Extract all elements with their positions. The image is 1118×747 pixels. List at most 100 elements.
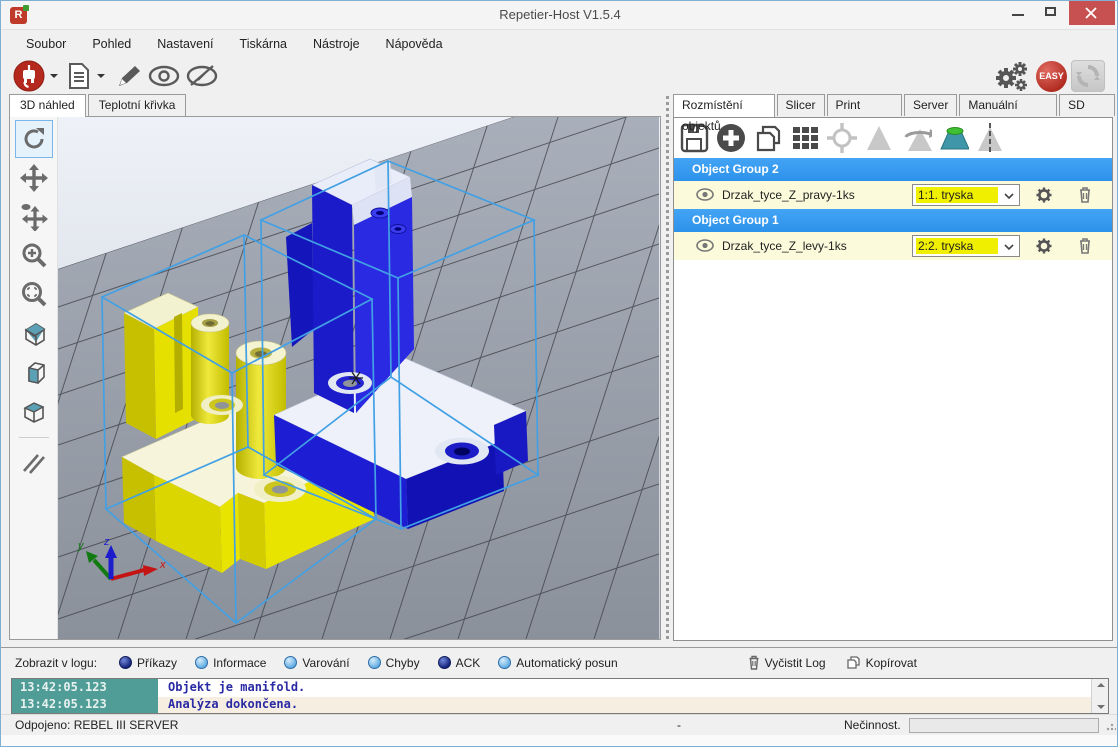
zoom-fit-icon <box>20 281 48 309</box>
top-view-icon <box>20 398 48 426</box>
log-message: Objekt je manifold. <box>168 680 305 694</box>
delete-trash-icon[interactable] <box>1078 186 1092 203</box>
tool-zoom-fit[interactable] <box>15 276 53 314</box>
object-row: Drzak_tyce_Z_pravy-1ks 1:1. tryska <box>674 181 1112 209</box>
3d-canvas[interactable]: x y z <box>58 117 660 639</box>
filter-varovani[interactable]: Varování <box>284 656 349 670</box>
extruder-select[interactable]: 1:1. tryska <box>912 184 1020 206</box>
tab-manualni-ovladani[interactable]: Manuální ovládání <box>959 94 1057 116</box>
close-icon <box>1085 7 1097 19</box>
tab-3d-nahled[interactable]: 3D náhled <box>9 94 86 117</box>
object-settings-gear-icon[interactable] <box>1036 238 1052 254</box>
log-timestamp: 13:42:05.123 <box>20 697 150 711</box>
extruder-value: 1:1. tryska <box>916 187 998 203</box>
tool-rotate-view[interactable] <box>15 120 53 158</box>
filter-ack[interactable]: ACK <box>438 656 481 670</box>
scale-icon <box>865 123 893 153</box>
main-toolbar: EASY <box>1 58 1118 94</box>
rotate-object-button[interactable] <box>900 122 932 154</box>
log-timestamp: 13:42:05.123 <box>20 680 150 694</box>
filter-prikazy[interactable]: Příkazy <box>119 656 177 670</box>
copy-log-button[interactable]: Kopírovat <box>846 655 917 670</box>
easy-mode-button[interactable]: EASY <box>1036 61 1067 92</box>
tool-zoom-in[interactable] <box>15 237 53 275</box>
center-object-button[interactable] <box>826 122 858 154</box>
object-settings-gear-icon[interactable] <box>1036 187 1052 203</box>
minimize-icon <box>1012 14 1024 16</box>
clear-log-button[interactable]: Vyčistit Log <box>748 655 826 670</box>
cut-object-button[interactable] <box>974 122 1006 154</box>
load-button[interactable] <box>64 59 94 93</box>
window-frame-bottom <box>1 735 1118 747</box>
scale-object-button[interactable] <box>863 122 895 154</box>
log-entry-time: 13:42:05.123 <box>12 697 1092 714</box>
copy-object-button[interactable] <box>752 122 784 154</box>
tool-move-view[interactable] <box>15 159 53 197</box>
view-tabs: 3D náhled Teplotní křivka <box>9 94 188 117</box>
emergency-stop-button[interactable] <box>1071 60 1105 92</box>
tab-rozmisteni-objektu[interactable]: Rozmístění objektů <box>673 94 775 117</box>
object-group-header[interactable]: Object Group 2 <box>674 158 1112 181</box>
tool-move-object[interactable] <box>15 198 53 236</box>
app-window: R Repetier-Host V1.5.4 Soubor Pohled Nas… <box>0 0 1118 747</box>
menu-nastroje[interactable]: Nástroje <box>300 32 373 56</box>
filter-label: Chyby <box>386 656 420 670</box>
edit-gcode-button[interactable] <box>111 59 145 93</box>
extruder-value: 2:2. tryska <box>916 238 998 254</box>
lay-flat-icon <box>937 123 969 153</box>
tab-slicer[interactable]: Slicer <box>777 94 825 116</box>
tab-sd-karta[interactable]: SD karta <box>1059 94 1115 116</box>
show-filament-button[interactable] <box>145 59 183 93</box>
axis-label-x: x <box>159 559 166 571</box>
tab-server[interactable]: Server <box>904 94 957 116</box>
front-view-icon <box>20 359 48 387</box>
clear-log-label: Vyčistit Log <box>765 656 826 670</box>
tool-view-top[interactable] <box>15 393 53 431</box>
visibility-eye-icon[interactable] <box>696 239 714 252</box>
viewport-toolstrip <box>10 117 58 639</box>
object-name: Drzak_tyce_Z_pravy-1ks <box>722 188 855 202</box>
delete-trash-icon[interactable] <box>1078 237 1092 254</box>
eye-icon <box>147 63 181 89</box>
gears-icon <box>992 59 1030 93</box>
menu-napoveda[interactable]: Nápověda <box>373 32 456 56</box>
minimize-button[interactable] <box>1003 1 1033 23</box>
rotate-object-icon <box>900 123 932 153</box>
close-button[interactable] <box>1069 1 1115 25</box>
connect-dropdown-caret[interactable] <box>50 74 58 82</box>
menu-nastaveni[interactable]: Nastavení <box>144 32 226 56</box>
filter-label: ACK <box>456 656 481 670</box>
log-filter-label: Zobrazit v logu: <box>15 656 97 670</box>
log-output: 13:42:05.123 Objekt je manifold. Analýza… <box>11 678 1109 714</box>
menu-tiskarna[interactable]: Tiskárna <box>227 32 300 56</box>
connect-button[interactable] <box>11 59 47 93</box>
autoposition-button[interactable] <box>789 122 821 154</box>
filter-informace[interactable]: Informace <box>195 656 266 670</box>
load-dropdown-caret[interactable] <box>97 74 105 82</box>
log-scrollbar[interactable] <box>1091 679 1108 713</box>
menu-pohled[interactable]: Pohled <box>79 32 144 56</box>
tool-view-front[interactable] <box>15 354 53 392</box>
scroll-down-icon[interactable] <box>1097 705 1105 709</box>
printer-settings-button[interactable] <box>990 59 1032 93</box>
extruder-select[interactable]: 2:2. tryska <box>912 235 1020 257</box>
filter-automaticky-posun[interactable]: Automatický posun <box>498 656 617 670</box>
hide-travel-button[interactable] <box>183 59 221 93</box>
tab-teplotni-krivka[interactable]: Teplotní křivka <box>88 94 187 116</box>
lay-flat-button[interactable] <box>937 122 969 154</box>
chevron-down-icon <box>1001 188 1017 204</box>
filter-chyby[interactable]: Chyby <box>368 656 420 670</box>
tool-toggle-projection[interactable] <box>15 444 53 482</box>
grid-icon <box>790 123 820 153</box>
move-view-icon <box>20 164 48 192</box>
tool-view-isometric[interactable] <box>15 315 53 353</box>
menu-soubor[interactable]: Soubor <box>13 32 79 56</box>
resize-grip[interactable] <box>1106 721 1116 731</box>
maximize-button[interactable] <box>1035 1 1065 23</box>
visibility-eye-icon[interactable] <box>696 188 714 201</box>
scroll-up-icon[interactable] <box>1097 683 1105 687</box>
tab-print-preview[interactable]: Print Preview <box>827 94 902 116</box>
panel-splitter[interactable] <box>662 94 673 641</box>
object-group-header[interactable]: Object Group 1 <box>674 209 1112 232</box>
load-file-icon <box>66 62 92 90</box>
